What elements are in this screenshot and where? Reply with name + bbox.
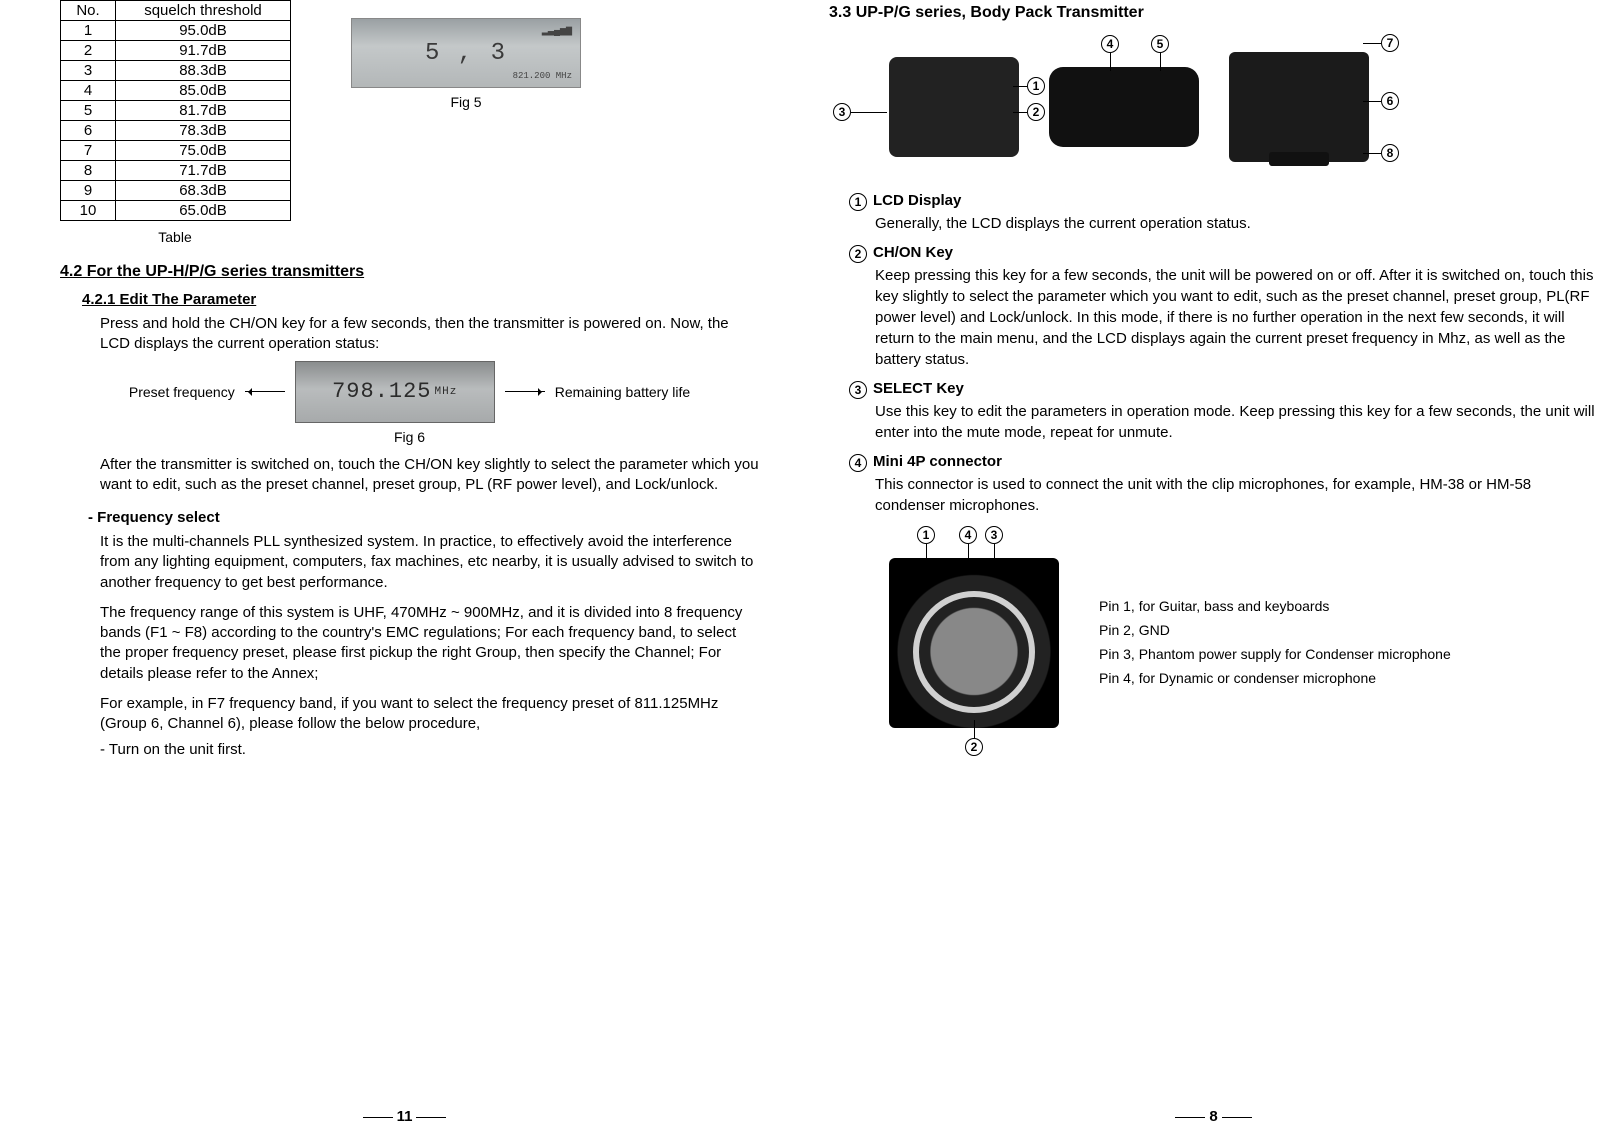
callout-3: 3 xyxy=(833,103,851,121)
conn-label-1: 1 xyxy=(917,526,935,544)
fig5-display: 5 , 3 xyxy=(425,40,507,67)
table-header-squelch: squelch threshold xyxy=(116,1,291,21)
fig6-right-label: Remaining battery life xyxy=(555,384,690,400)
table-row: 485.0dB xyxy=(61,81,291,101)
item-num-1: 1 xyxy=(849,193,867,211)
para-freq-1: It is the multi-channels PLL synthesized… xyxy=(100,532,759,593)
pin-4: Pin 4, for Dynamic or condenser micropho… xyxy=(1099,667,1451,691)
table-row: 775.0dB xyxy=(61,141,291,161)
item-mini-4p: 4 Mini 4P connector xyxy=(849,453,1598,472)
table-row: 581.7dB xyxy=(61,101,291,121)
item-body-3: Use this key to edit the parameters in o… xyxy=(875,401,1598,443)
device-front-img xyxy=(889,57,1019,157)
conn-label-2: 2 xyxy=(965,738,983,756)
fig5-block: 5 , 3 ▂▃▄▅▆ 821.200 MHz Fig 5 xyxy=(351,18,581,110)
item-num-2: 2 xyxy=(849,245,867,263)
device-front: 1 2 3 xyxy=(889,57,1019,157)
table-caption: Table xyxy=(60,229,290,245)
item-body-4: This connector is used to connect the un… xyxy=(875,474,1598,516)
page-8: 3.3 UP-P/G series, Body Pack Transmitter… xyxy=(809,0,1618,1133)
item-title-1: LCD Display xyxy=(873,192,961,211)
arrow-right-icon xyxy=(505,391,545,392)
section-4-2: 4.2 For the UP-H/P/G series transmitters xyxy=(60,263,759,281)
fig6-mhz: MHz xyxy=(435,386,458,398)
para-freq-3: For example, in F7 frequency band, if yo… xyxy=(100,694,759,735)
callout-1: 1 xyxy=(1027,77,1045,95)
item-ch-on-key: 2 CH/ON Key xyxy=(849,244,1598,263)
conn-label-3: 3 xyxy=(985,526,1003,544)
item-lcd-display: 1 LCD Display xyxy=(849,192,1598,211)
item-body-2: Keep pressing this key for a few seconds… xyxy=(875,265,1598,370)
connector-image xyxy=(889,558,1059,728)
squelch-table-block: No. squelch threshold 195.0dB 291.7dB 38… xyxy=(60,0,291,245)
device-top-img xyxy=(1049,67,1199,147)
connector-bottom-label: 2 xyxy=(889,728,1598,758)
para-power-on: Press and hold the CH/ON key for a few s… xyxy=(100,314,759,355)
table-header-no: No. xyxy=(61,1,116,21)
device-back: 7 6 8 xyxy=(1229,52,1369,162)
callout-2: 2 xyxy=(1027,103,1045,121)
para-freq-4: - Turn on the unit first. xyxy=(100,740,759,760)
table-row: 291.7dB xyxy=(61,41,291,61)
fig6-left-label: Preset frequency xyxy=(129,384,235,400)
item-title-2: CH/ON Key xyxy=(873,244,953,263)
pin-3: Pin 3, Phantom power supply for Condense… xyxy=(1099,643,1451,667)
fig6-lcd: 798.125 MHz xyxy=(295,361,495,423)
fig5-bars: ▂▃▄▅▆ xyxy=(542,25,572,37)
item-select-key: 3 SELECT Key xyxy=(849,380,1598,399)
device-back-img xyxy=(1229,52,1369,162)
para-freq-2: The frequency range of this system is UH… xyxy=(100,603,759,684)
item-num-3: 3 xyxy=(849,381,867,399)
fig5-caption: Fig 5 xyxy=(351,94,581,110)
connector-top-labels: 1 4 3 xyxy=(889,526,1598,552)
fig6-display: 798.125 xyxy=(332,379,431,404)
page-11: No. squelch threshold 195.0dB 291.7dB 38… xyxy=(0,0,809,1133)
arrow-left-icon xyxy=(245,391,285,392)
callout-5: 5 xyxy=(1151,35,1169,53)
item-num-4: 4 xyxy=(849,454,867,472)
page-number: 11 xyxy=(0,1108,809,1125)
freq-select-head: - Frequency select xyxy=(88,509,759,526)
item-title-3: SELECT Key xyxy=(873,380,964,399)
device-top: 4 5 xyxy=(1049,67,1199,147)
table-row: 1065.0dB xyxy=(61,201,291,221)
callout-8: 8 xyxy=(1381,144,1399,162)
item-title-4: Mini 4P connector xyxy=(873,453,1002,472)
connector-block: Pin 1, for Guitar, bass and keyboards Pi… xyxy=(889,558,1598,728)
callout-7: 7 xyxy=(1381,34,1399,52)
table-row: 678.3dB xyxy=(61,121,291,141)
fig5-freq: 821.200 MHz xyxy=(513,71,572,81)
page-number: 8 xyxy=(809,1108,1618,1125)
callout-4: 4 xyxy=(1101,35,1119,53)
device-figures: 1 2 3 4 5 7 6 8 xyxy=(889,52,1598,162)
table-row: 871.7dB xyxy=(61,161,291,181)
squelch-table: No. squelch threshold 195.0dB 291.7dB 38… xyxy=(60,0,291,221)
table-row: 968.3dB xyxy=(61,181,291,201)
section-3-3: 3.3 UP-P/G series, Body Pack Transmitter xyxy=(829,4,1598,22)
table-row: 388.3dB xyxy=(61,61,291,81)
pin-1: Pin 1, for Guitar, bass and keyboards xyxy=(1099,595,1451,619)
callout-6: 6 xyxy=(1381,92,1399,110)
connector-pins: Pin 1, for Guitar, bass and keyboards Pi… xyxy=(1099,595,1451,690)
item-body-1: Generally, the LCD displays the current … xyxy=(875,213,1598,234)
para-after-on: After the transmitter is switched on, to… xyxy=(100,455,759,496)
fig5-lcd: 5 , 3 ▂▃▄▅▆ 821.200 MHz xyxy=(351,18,581,88)
fig6-caption: Fig 6 xyxy=(60,429,759,445)
section-4-2-1: 4.2.1 Edit The Parameter xyxy=(82,291,759,308)
fig6-block: Preset frequency 798.125 MHz Remaining b… xyxy=(60,361,759,423)
conn-label-4: 4 xyxy=(959,526,977,544)
pin-2: Pin 2, GND xyxy=(1099,619,1451,643)
table-row: 195.0dB xyxy=(61,21,291,41)
